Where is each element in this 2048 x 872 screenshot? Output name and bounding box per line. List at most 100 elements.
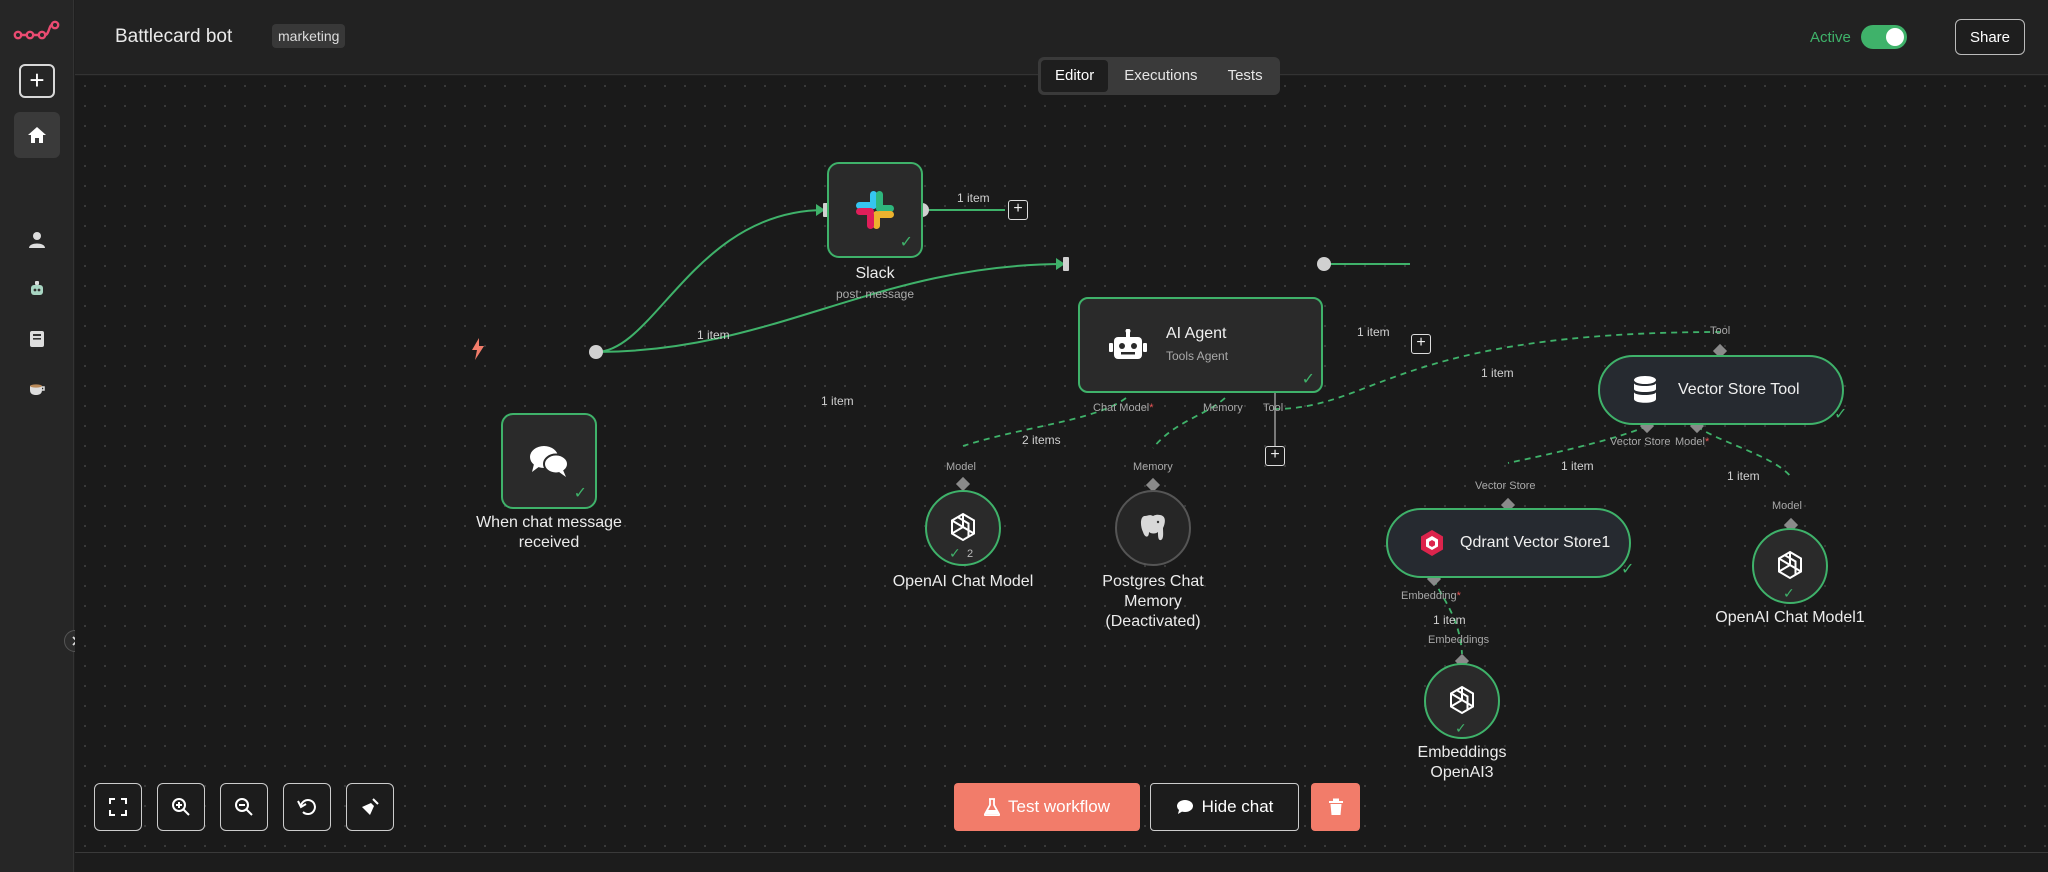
node-qdrant-vector-store[interactable]: Qdrant Vector Store1 [1386,508,1631,578]
user-icon [29,232,45,248]
success-check-icon: ✓ [899,234,913,251]
node-slack-label: Slack [855,265,895,282]
success-check-icon: ✓ [1621,561,1635,578]
port-agent-in [1063,257,1069,271]
node-ai-agent[interactable]: AI Agent Tools Agent ✓ [1078,297,1323,393]
postgres-elephant-icon [1140,514,1165,541]
add-tool-button[interactable]: + [1265,446,1285,466]
node-ai-agent-subtitle: Tools Agent [1166,349,1229,363]
add-node-after-slack-button[interactable]: + [1008,200,1028,220]
home-icon [28,127,46,143]
port-label-memory-in: Memory [1133,461,1173,473]
port-label-vector-store-in: Vector Store [1475,480,1536,492]
view-tabs: Editor Executions Tests [1038,57,1280,95]
robot-icon [31,281,43,295]
port-agent-out [1317,257,1331,271]
edge-label-tool-link: 1 item [1481,366,1514,380]
tab-editor[interactable]: Editor [1041,60,1109,92]
delete-execution-button[interactable] [1311,783,1360,831]
fit-view-button[interactable] [94,783,142,831]
tidy-up-button[interactable] [346,783,394,831]
edge-label-trigger-agent: 1 item [821,394,854,408]
sidebar-item-docs[interactable] [24,326,50,352]
test-workflow-button[interactable]: Test workflow [954,783,1140,831]
sidebar-item-users[interactable] [24,227,50,253]
edge-label-agent-out: 1 item [1357,325,1390,339]
node-slack-subtitle: post: message [835,287,915,301]
undo-icon [297,799,316,815]
n8n-logo-icon[interactable] [13,18,61,44]
sidebar-item-whats-new[interactable] [24,376,50,402]
edge-label-slack-out: 1 item [957,191,990,205]
node-slack[interactable]: ✓ [827,162,923,258]
port-label-embeddings: Embeddings [1428,634,1490,646]
zoom-in-button[interactable] [157,783,205,831]
node-embeddings-openai[interactable]: ✓ [1424,663,1500,739]
connections-layer [589,203,1799,669]
workflow-name[interactable]: Battlecard bot [115,26,232,48]
test-workflow-label: Test workflow [1007,797,1111,816]
hide-chat-label: Hide chat [1201,797,1274,816]
book-icon [30,331,44,347]
node-postgres-memory[interactable] [1115,490,1191,566]
workflow-canvas[interactable]: ✓ When chat message received ✓ Slack pos… [75,76,2048,852]
flask-icon [983,798,1000,816]
zoom-out-icon [235,798,253,816]
port-label-chat-model: Chat Model* [1093,402,1154,414]
fit-view-icon [109,798,127,816]
toggle-knob [1886,28,1904,46]
success-check-icon: ✓ [1455,720,1467,736]
port-label-vector-store: Vector Store [1610,436,1671,448]
port-label-embedding: Embedding* [1401,590,1461,602]
edge-label-model-link: 2 items [1022,433,1061,447]
success-check-icon: ✓ [1783,585,1795,601]
node-chat-trigger-label: When chat message received [476,514,622,551]
edge-label-model1-link: 1 item [1727,469,1760,483]
tab-executions[interactable]: Executions [1110,60,1211,92]
port-openai-top [955,476,971,492]
zoom-out-button[interactable] [220,783,268,831]
node-qdrant-label: Qdrant Vector Store1 [1460,534,1611,551]
edge-label-vs-link: 1 item [1561,459,1594,473]
node-embeddings-label: Embeddings OpenAI3 [1417,744,1507,781]
node-chat-trigger[interactable]: ✓ [501,413,597,509]
chat-panel-edge [75,852,2048,872]
success-check-icon: ✓ [1301,371,1315,388]
openai-icon [951,512,975,542]
add-node-after-agent-button[interactable]: + [1411,334,1431,354]
slack-icon [856,191,894,229]
workflow-tag[interactable]: marketing [272,24,346,48]
qdrant-icon [1421,530,1443,556]
port-label-vector-tool-in: Tool [1710,325,1731,337]
port-label-memory: Memory [1203,402,1243,414]
tab-tests[interactable]: Tests [1214,60,1277,92]
port-trigger-out [589,345,603,359]
chat-bubbles-icon [530,446,569,477]
node-postgres-label: Postgres Chat Memory (Deactivated) [1102,573,1204,630]
port-label-model-req: Model* [1675,436,1710,448]
success-check-icon: ✓ [1834,406,1848,423]
coffee-icon [30,384,45,395]
success-check-icon: ✓ [949,545,961,561]
node-vector-store-tool[interactable]: Vector Store Tool [1598,355,1844,425]
hide-chat-button[interactable]: Hide chat [1150,783,1299,831]
left-sidebar: + [0,0,74,872]
zoom-in-icon [172,798,190,816]
share-button[interactable]: Share [1955,19,2025,55]
home-button[interactable] [14,112,60,158]
openai-icon [1778,550,1802,580]
success-check-icon: ✓ [573,485,587,502]
node-openai-chat-model1-label: OpenAI Chat Model1 [1715,609,1865,626]
node-openai-chat-model[interactable]: ✓ 2 [925,490,1001,566]
active-toggle[interactable] [1861,25,1907,49]
sidebar-item-templates[interactable] [24,276,50,302]
add-workflow-button[interactable]: + [19,64,55,98]
run-count-badge: 2 [967,548,974,560]
port-label-model: Model [946,461,976,473]
node-openai-chat-model1[interactable]: ✓ [1752,528,1828,604]
broom-icon [362,798,379,815]
active-label: Active [1810,29,1851,46]
node-vector-store-tool-label: Vector Store Tool [1678,381,1800,398]
reset-zoom-button[interactable] [283,783,331,831]
port-label-tool: Tool [1263,402,1284,414]
